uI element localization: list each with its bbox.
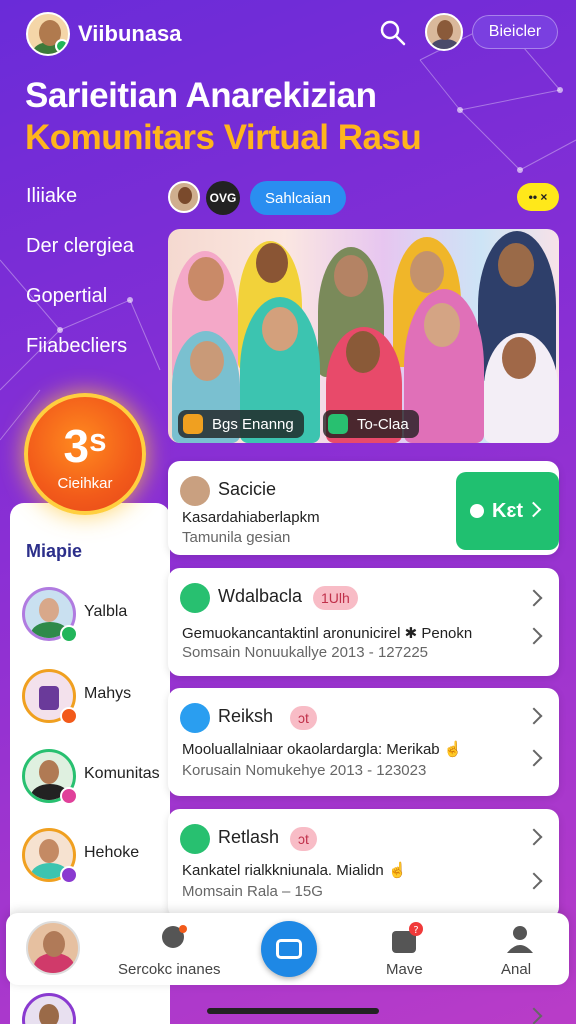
camera-icon [183,414,203,434]
chevron-right-icon [525,501,542,518]
chevron-right-icon[interactable] [525,749,543,767]
chevron-right-icon[interactable] [525,872,543,890]
games-icon [261,921,317,977]
chevron-right-icon[interactable] [525,828,543,846]
event-card[interactable]: Retlash ɔt Kankatel rialkkniunala. Miali… [168,809,559,919]
add-badge [60,707,78,725]
bottom-navigation: Sercokc inanes ? Mave Anal [6,913,569,985]
phone-icon [180,824,210,854]
home-indicator [207,1008,379,1014]
photo-pill-left[interactable]: Bgs Enanng [178,410,304,438]
chevron-right-icon[interactable] [525,707,543,725]
nav-center-button[interactable] [261,913,317,985]
contact-item[interactable]: Hehoke [22,828,172,886]
hero-headline: Sarieitian Anarekizian [25,76,377,115]
cloud-user-icon [162,925,187,948]
join-button[interactable]: Kɛt [456,472,559,550]
contact-item[interactable]: Yalbla [22,587,172,645]
status-badge [60,787,78,805]
contact-item[interactable]: Komunitas [22,749,172,807]
photo-pill-right[interactable]: To-Claa [323,410,419,438]
chip-blue-button[interactable]: Sahlcaian [250,181,346,215]
nav-link-3[interactable]: Gopertial [26,285,107,308]
avatar [180,476,210,506]
nav-link-1[interactable]: Iliiake [26,185,77,208]
contact-item[interactable]: Mahys [22,669,172,727]
user-avatar[interactable] [425,13,463,51]
refresh-icon [328,414,348,434]
chevron-right-icon[interactable] [525,627,543,645]
app-avatar[interactable] [26,12,70,56]
nav-mave[interactable]: ? Mave [382,913,432,985]
app-name: Viibunasa [78,21,182,46]
nav-anal[interactable]: Anal [496,913,546,985]
contact-item[interactable] [22,993,172,1024]
status-badge: ɔt [290,827,317,851]
status-badge: ɔt [290,706,317,730]
nav-profile[interactable] [24,913,84,985]
side-panel-title: Miapie [26,541,83,561]
nav-services[interactable]: Sercokc inanes [118,913,228,985]
bag-notification-icon: ? [392,922,423,953]
event-card[interactable]: Reiksh ɔt Mooluallalniaar okaolardargla:… [168,688,559,796]
chip-avatar[interactable] [168,181,200,213]
nav-link-4[interactable]: Fiiabecliers [26,335,127,358]
status-badge [60,625,78,643]
chevron-right-icon[interactable] [525,589,543,607]
chat-icon [180,583,210,613]
avatar [26,921,80,975]
status-badge: 1Ulh [313,586,358,610]
online-status-dot [55,39,68,53]
event-card[interactable]: Wdalbacla 1Ulh Gemuokancantaktinl aronun… [168,568,559,676]
top-bar: Viibunasa Bieicler [0,0,576,70]
community-photo[interactable]: Bgs Enanng To-Claa [168,229,559,443]
person-icon [507,926,533,953]
nav-link-2[interactable]: Der clergiea [26,235,134,258]
search-icon[interactable] [378,18,408,48]
menu-icon [180,703,210,733]
play-badge [60,866,78,884]
header-action-button[interactable]: Bieicler [472,15,558,49]
chevron-right-icon[interactable] [525,1007,543,1024]
countdown-badge[interactable]: 3ˢ Cieihkar [24,393,146,515]
hero-subheadline: Komunitars Virtual Rasu [25,118,422,157]
chip-yellow-button[interactable]: •• × [517,183,559,211]
chip-dark[interactable]: OVG [206,181,240,215]
svg-text:?: ? [413,925,418,936]
